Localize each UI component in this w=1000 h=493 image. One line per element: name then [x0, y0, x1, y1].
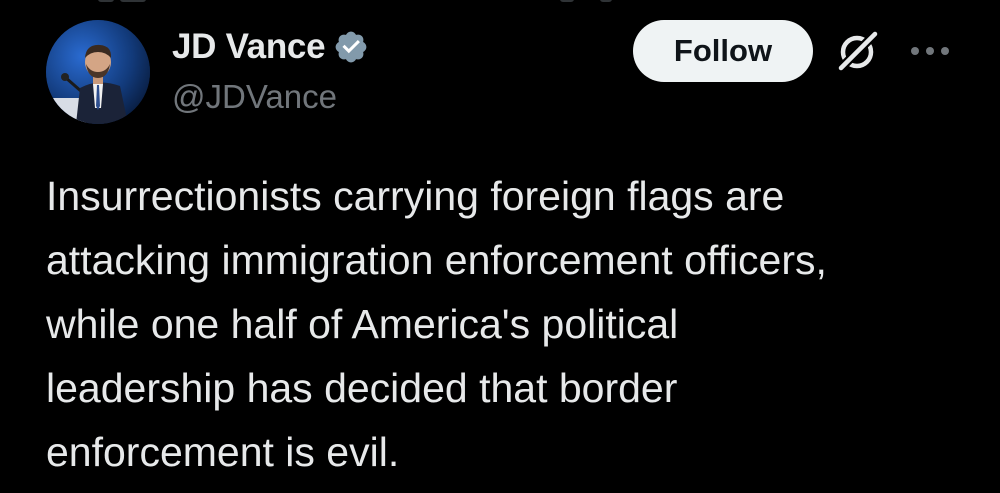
- verified-badge-icon[interactable]: [333, 29, 369, 65]
- tweet-text-line: enforcement is evil.: [46, 429, 400, 475]
- tweet-text: Insurrectionists carrying foreign flags …: [46, 164, 976, 484]
- follow-button[interactable]: Follow: [633, 20, 813, 82]
- avatar[interactable]: [46, 20, 150, 124]
- author-name-row[interactable]: JD Vance: [172, 22, 369, 72]
- tweet-text-line: leadership has decided that border: [46, 365, 678, 411]
- grok-icon[interactable]: [835, 28, 881, 74]
- tweet-text-line: attacking immigration enforcement office…: [46, 237, 827, 283]
- previous-tweet-cutoff: [0, 0, 1000, 4]
- more-options-icon[interactable]: [906, 36, 954, 66]
- profile-photo: [46, 20, 150, 124]
- tweet-text-line: Insurrectionists carrying foreign flags …: [46, 173, 785, 219]
- tweet-text-line: while one half of America's political: [46, 301, 679, 347]
- author-handle[interactable]: @JDVance: [172, 78, 337, 116]
- author-display-name[interactable]: JD Vance: [172, 27, 326, 67]
